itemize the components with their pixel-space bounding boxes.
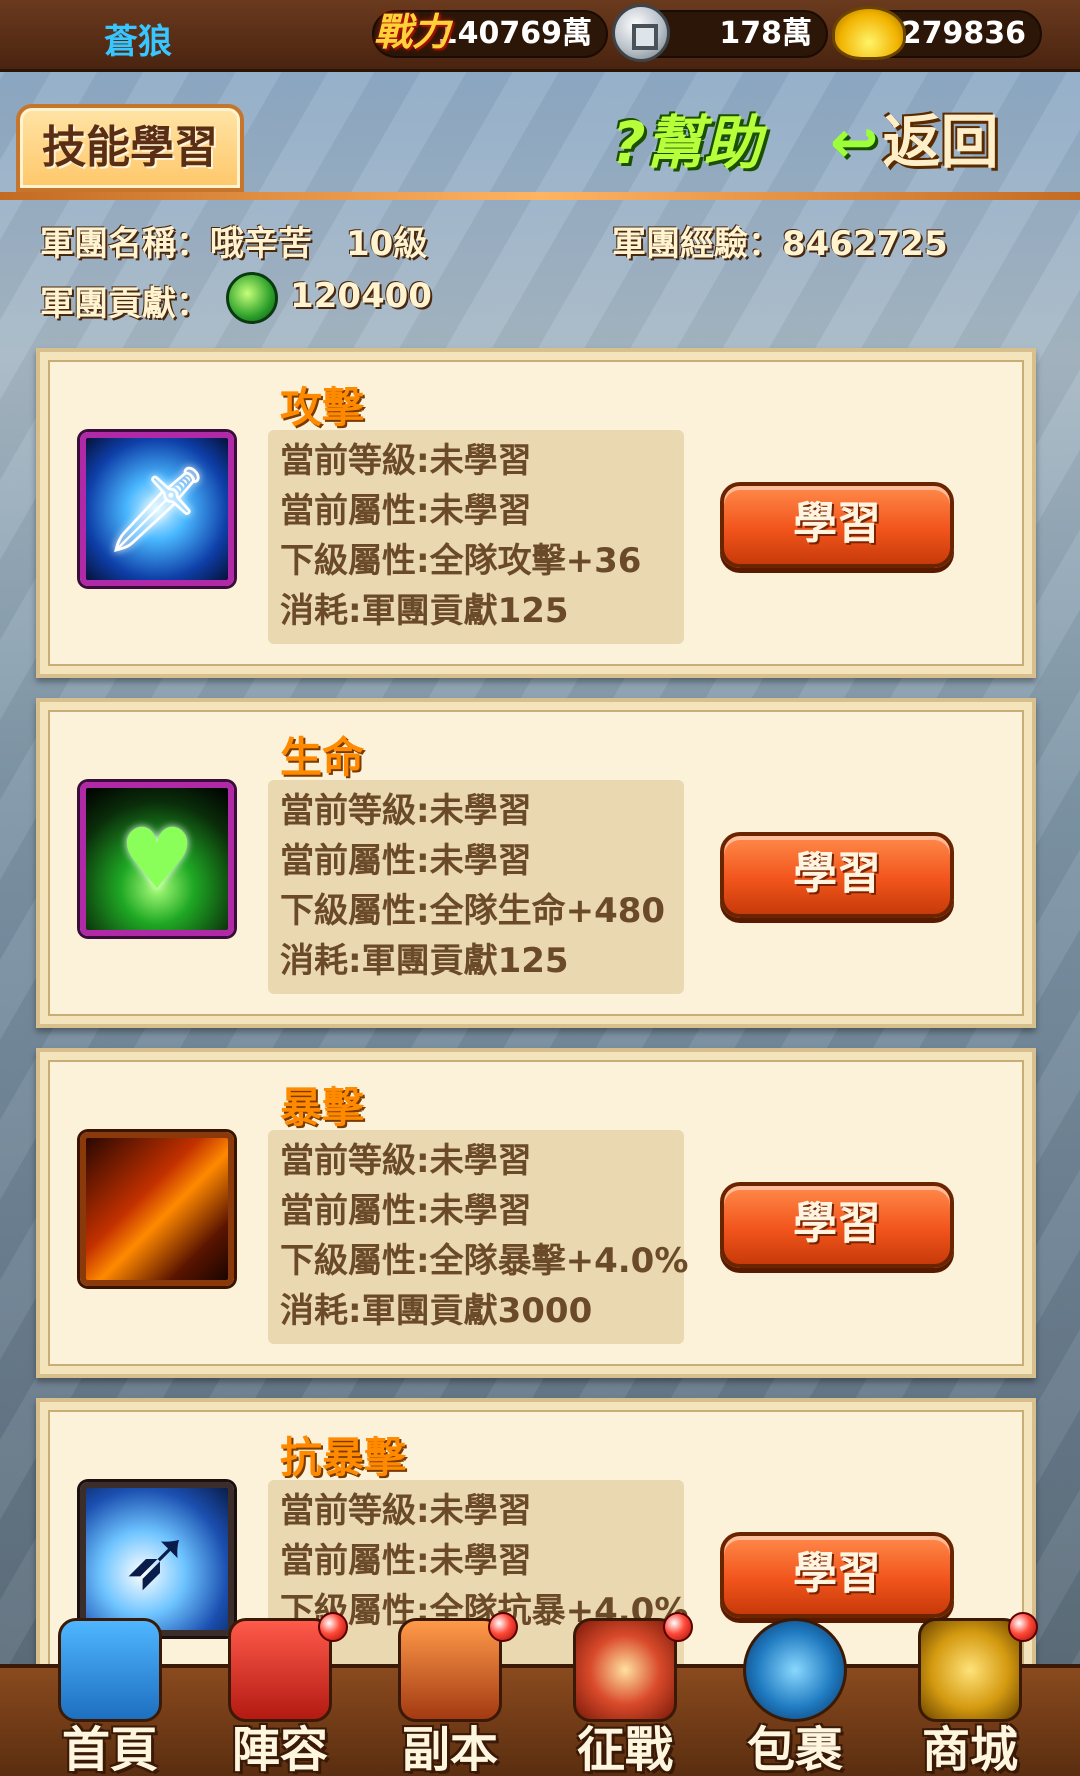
next-attribute: 下級屬性:全隊攻擊+36 bbox=[280, 541, 642, 581]
fireball-icon bbox=[80, 1132, 234, 1286]
help-label: 幫助 bbox=[645, 109, 762, 177]
skill-stats-panel: 當前等級:未學習 當前屬性:未學習 下級屬性:全隊生命+480 消耗:軍團貢獻1… bbox=[268, 780, 684, 994]
back-label: 返回 bbox=[882, 108, 999, 176]
nav-label: 陣容 bbox=[231, 1722, 328, 1776]
nav-bag[interactable]: 包裹 bbox=[715, 1618, 875, 1776]
home-icon bbox=[58, 1618, 162, 1722]
coin-icon bbox=[612, 4, 670, 62]
nav-label: 副本 bbox=[401, 1722, 498, 1776]
learn-button[interactable]: 學習 bbox=[720, 1532, 954, 1618]
skill-card-attack: 攻擊 🗡 當前等級:未學習 當前屬性:未學習 下級屬性:全隊攻擊+36 消耗:軍… bbox=[36, 348, 1036, 678]
learn-button[interactable]: 學習 bbox=[720, 482, 954, 568]
skill-name: 攻擊 bbox=[280, 383, 365, 432]
skill-card-life: 生命 ♥ 當前等級:未學習 當前屬性:未學習 下級屬性:全隊生命+480 消耗:… bbox=[36, 698, 1036, 1028]
heart-icon: ♥ bbox=[80, 782, 234, 936]
current-attribute: 當前屬性:未學習 bbox=[280, 1191, 532, 1231]
skill-name: 生命 bbox=[280, 733, 365, 782]
current-attribute: 當前屬性:未學習 bbox=[280, 841, 532, 881]
notification-dot bbox=[663, 1612, 693, 1642]
jade-contribution-icon bbox=[226, 272, 278, 324]
combat-power-label: 戰力 bbox=[374, 10, 451, 54]
nav-label: 首頁 bbox=[61, 1722, 158, 1776]
next-attribute: 下級屬性:全隊生命+480 bbox=[280, 891, 666, 931]
current-level: 當前等級:未學習 bbox=[280, 1141, 532, 1181]
back-button[interactable]: ↩返回 bbox=[830, 104, 1045, 180]
skill-name: 抗暴擊 bbox=[280, 1433, 407, 1482]
weapons-icon bbox=[398, 1618, 502, 1722]
legion-exp-info: 軍團經驗：8462725 bbox=[612, 224, 948, 264]
nav-dungeon[interactable]: 副本 bbox=[370, 1612, 530, 1776]
nav-home[interactable]: 首頁 bbox=[30, 1618, 190, 1776]
current-level: 當前等級:未學習 bbox=[280, 791, 532, 831]
learn-cost: 消耗:軍團貢獻3000 bbox=[280, 1291, 593, 1331]
player-name[interactable]: 蒼狼 bbox=[104, 14, 172, 63]
skill-stats-panel: 當前等級:未學習 當前屬性:未學習 下級屬性:全隊暴擊+4.0% 消耗:軍團貢獻… bbox=[268, 1130, 689, 1344]
learn-cost: 消耗:軍團貢獻125 bbox=[280, 591, 569, 631]
next-attribute: 下級屬性:全隊暴擊+4.0% bbox=[280, 1241, 689, 1281]
page-title-tab: 技能學習 bbox=[16, 104, 244, 192]
top-status-bar: 蒼狼 140769萬 戰力 178萬 279836 bbox=[0, 0, 1080, 72]
learn-button[interactable]: 學習 bbox=[720, 832, 954, 918]
current-attribute: 當前屬性:未學習 bbox=[280, 491, 532, 531]
current-level: 當前等級:未學習 bbox=[280, 441, 532, 481]
legion-contribution-value: 120400 bbox=[290, 276, 432, 316]
help-button[interactable]: ?幫助 bbox=[612, 108, 802, 178]
nav-lineup[interactable]: 陣容 bbox=[200, 1612, 360, 1776]
shop-icon bbox=[918, 1618, 1022, 1722]
current-level: 當前等級:未學習 bbox=[280, 1491, 532, 1531]
banner-icon bbox=[228, 1618, 332, 1722]
header-divider bbox=[0, 192, 1080, 200]
legion-name-info: 軍團名稱：哦辛苦 10級 bbox=[40, 224, 428, 264]
arrow-icon: ➶ bbox=[80, 1482, 234, 1636]
legion-contribution-label: 軍團貢獻： bbox=[40, 284, 210, 324]
bag-icon bbox=[743, 1618, 847, 1722]
nav-label: 商城 bbox=[921, 1722, 1018, 1776]
notification-dot bbox=[318, 1612, 348, 1642]
current-attribute: 當前屬性:未學習 bbox=[280, 1541, 532, 1581]
gold-ingot-icon[interactable] bbox=[832, 6, 906, 60]
skill-name: 暴擊 bbox=[280, 1083, 365, 1132]
nav-shop[interactable]: 商城 bbox=[890, 1612, 1050, 1776]
nav-campaign[interactable]: 征戰 bbox=[545, 1612, 705, 1776]
skill-card-crit: 暴擊 當前等級:未學習 當前屬性:未學習 下級屬性:全隊暴擊+4.0% 消耗:軍… bbox=[36, 1048, 1036, 1378]
learn-cost: 消耗:軍團貢獻125 bbox=[280, 941, 569, 981]
notification-dot bbox=[1008, 1612, 1038, 1642]
learn-button[interactable]: 學習 bbox=[720, 1182, 954, 1268]
page-title: 技能學習 bbox=[42, 122, 218, 173]
skill-stats-panel: 當前等級:未學習 當前屬性:未學習 下級屬性:全隊攻擊+36 消耗:軍團貢獻12… bbox=[268, 430, 684, 644]
notification-dot bbox=[488, 1612, 518, 1642]
target-icon bbox=[573, 1618, 677, 1722]
nav-label: 包裹 bbox=[746, 1722, 843, 1776]
sword-icon: 🗡 bbox=[80, 432, 234, 586]
back-arrow-icon: ↩ bbox=[830, 108, 879, 176]
help-icon: ? bbox=[612, 109, 646, 177]
nav-label: 征戰 bbox=[576, 1722, 673, 1776]
